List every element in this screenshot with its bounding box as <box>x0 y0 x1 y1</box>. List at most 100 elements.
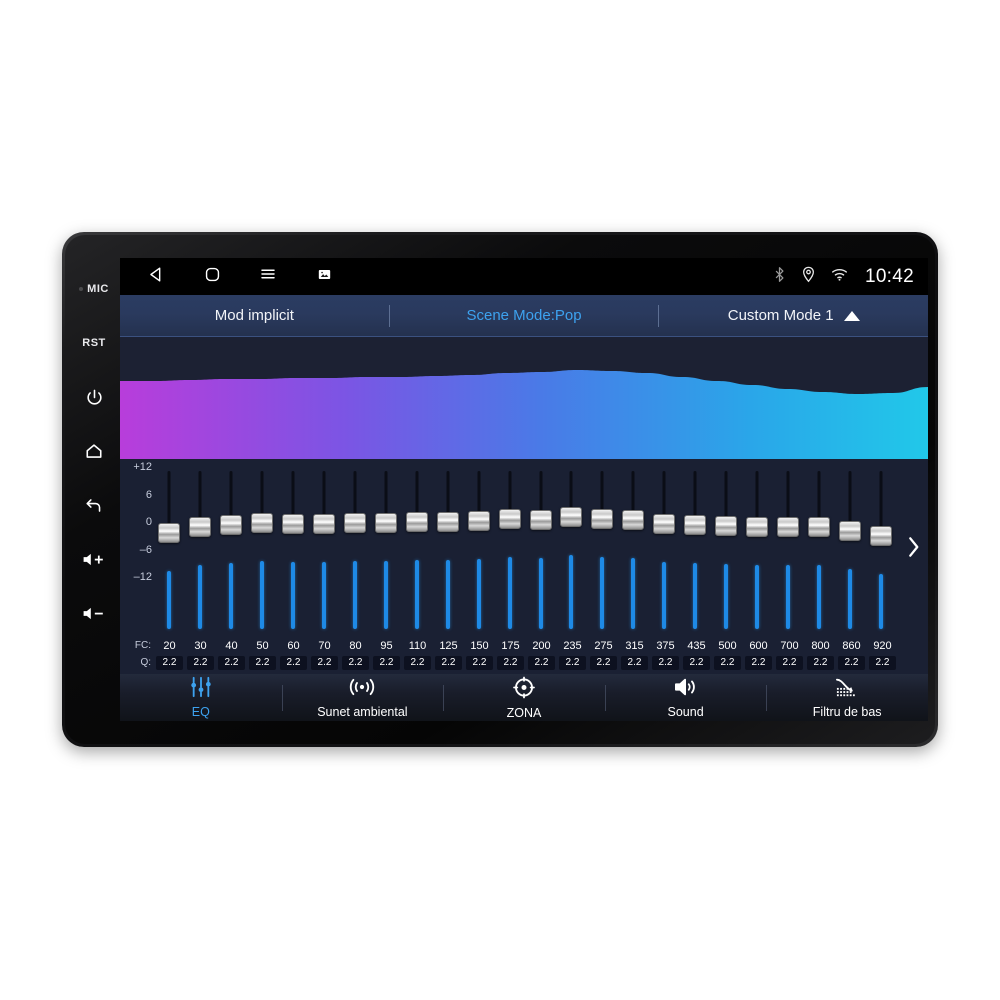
eq-band-slider[interactable] <box>742 465 773 635</box>
eq-band-slider[interactable] <box>680 465 711 635</box>
band-q-value[interactable]: 2.2 <box>341 656 370 670</box>
band-q-value[interactable]: 2.2 <box>527 656 556 670</box>
func-tab-zona[interactable]: ZONA <box>443 674 605 721</box>
band-q-value[interactable]: 2.2 <box>310 656 339 670</box>
nav-back-button[interactable] <box>128 258 184 295</box>
slider-thumb[interactable] <box>189 517 212 538</box>
slider-thumb[interactable] <box>807 516 830 537</box>
eq-band-column[interactable]: 125 2.2 <box>433 639 464 670</box>
func-tab-eq[interactable]: EQ <box>120 674 282 721</box>
band-q-value[interactable]: 2.2 <box>217 656 246 670</box>
eq-band-slider[interactable] <box>340 465 371 635</box>
eq-band-slider[interactable] <box>525 465 556 635</box>
hardware-key-power[interactable] <box>72 370 116 424</box>
eq-band-slider[interactable] <box>494 465 525 635</box>
eq-band-column[interactable]: 700 2.2 <box>774 639 805 670</box>
band-q-value[interactable]: 2.2 <box>837 656 866 670</box>
nav-home-button[interactable] <box>184 258 240 295</box>
band-q-value[interactable]: 2.2 <box>620 656 649 670</box>
eq-band-column[interactable]: 20 2.2 <box>154 639 185 670</box>
slider-thumb[interactable] <box>622 509 645 530</box>
eq-band-column[interactable]: 315 2.2 <box>619 639 650 670</box>
hardware-key-back[interactable] <box>72 478 116 532</box>
eq-band-column[interactable]: 235 2.2 <box>557 639 588 670</box>
eq-band-column[interactable]: 50 2.2 <box>247 639 278 670</box>
eq-band-column[interactable]: 80 2.2 <box>340 639 371 670</box>
eq-band-slider[interactable] <box>154 465 185 635</box>
eq-band-slider[interactable] <box>463 465 494 635</box>
slider-thumb[interactable] <box>745 516 768 537</box>
eq-band-column[interactable]: 435 2.2 <box>681 639 712 670</box>
slider-thumb[interactable] <box>436 511 459 532</box>
nav-menu-button[interactable] <box>240 258 296 295</box>
caret-up-icon[interactable] <box>843 310 860 321</box>
eq-band-column[interactable]: 175 2.2 <box>495 639 526 670</box>
func-tab-sunet-ambiental[interactable]: Sunet ambiental <box>281 674 444 721</box>
eq-band-column[interactable]: 95 2.2 <box>371 639 402 670</box>
slider-thumb[interactable] <box>529 509 552 530</box>
eq-band-slider[interactable] <box>618 465 649 635</box>
eq-band-slider[interactable] <box>834 465 865 635</box>
eq-band-slider[interactable] <box>247 465 278 635</box>
band-q-value[interactable]: 2.2 <box>279 656 308 670</box>
band-q-value[interactable]: 2.2 <box>155 656 184 670</box>
eq-band-column[interactable]: 200 2.2 <box>526 639 557 670</box>
tab-scene-mode[interactable]: Scene Mode:Pop <box>390 295 659 336</box>
eq-band-column[interactable]: 600 2.2 <box>743 639 774 670</box>
band-q-value[interactable]: 2.2 <box>558 656 587 670</box>
band-q-value[interactable]: 2.2 <box>744 656 773 670</box>
slider-thumb[interactable] <box>158 523 181 544</box>
slider-thumb[interactable] <box>498 509 521 530</box>
eq-band-slider[interactable] <box>865 465 896 635</box>
nav-screenshot-button[interactable] <box>296 258 352 295</box>
slider-thumb[interactable] <box>560 507 583 528</box>
slider-thumb[interactable] <box>869 525 892 546</box>
band-q-value[interactable]: 2.2 <box>868 656 897 670</box>
eq-band-slider[interactable] <box>401 465 432 635</box>
func-tab-filtru-de-bas[interactable]: Filtru de bas <box>766 674 928 721</box>
tab-default-mode[interactable]: Mod implicit <box>120 295 389 336</box>
slider-thumb[interactable] <box>282 514 305 535</box>
band-q-value[interactable]: 2.2 <box>496 656 525 670</box>
slider-thumb[interactable] <box>467 511 490 532</box>
band-q-value[interactable]: 2.2 <box>186 656 215 670</box>
slider-thumb[interactable] <box>405 512 428 533</box>
slider-thumb[interactable] <box>684 514 707 535</box>
band-q-value[interactable]: 2.2 <box>403 656 432 670</box>
band-q-value[interactable]: 2.2 <box>775 656 804 670</box>
band-q-value[interactable]: 2.2 <box>589 656 618 670</box>
eq-band-column[interactable]: 150 2.2 <box>464 639 495 670</box>
eq-band-slider[interactable] <box>772 465 803 635</box>
hardware-key-volume-down[interactable] <box>72 586 116 640</box>
eq-band-slider[interactable] <box>370 465 401 635</box>
eq-band-column[interactable]: 375 2.2 <box>650 639 681 670</box>
eq-band-column[interactable]: 275 2.2 <box>588 639 619 670</box>
eq-band-column[interactable]: 500 2.2 <box>712 639 743 670</box>
eq-band-slider[interactable] <box>803 465 834 635</box>
band-q-value[interactable]: 2.2 <box>434 656 463 670</box>
next-page-button[interactable] <box>898 459 928 639</box>
hardware-key-volume-up[interactable] <box>72 532 116 586</box>
band-q-value[interactable]: 2.2 <box>372 656 401 670</box>
hardware-key-mic[interactable]: MIC <box>72 262 116 316</box>
func-tab-sound[interactable]: Sound <box>604 674 767 721</box>
band-q-value[interactable]: 2.2 <box>465 656 494 670</box>
band-q-value[interactable]: 2.2 <box>806 656 835 670</box>
eq-band-slider[interactable] <box>278 465 309 635</box>
band-q-value[interactable]: 2.2 <box>651 656 680 670</box>
eq-band-slider[interactable] <box>216 465 247 635</box>
slider-thumb[interactable] <box>838 521 861 542</box>
band-q-value[interactable]: 2.2 <box>248 656 277 670</box>
eq-band-column[interactable]: 60 2.2 <box>278 639 309 670</box>
band-q-value[interactable]: 2.2 <box>713 656 742 670</box>
eq-band-slider[interactable] <box>185 465 216 635</box>
slider-thumb[interactable] <box>343 513 366 534</box>
eq-band-slider[interactable] <box>309 465 340 635</box>
eq-band-column[interactable]: 110 2.2 <box>402 639 433 670</box>
eq-band-column[interactable]: 30 2.2 <box>185 639 216 670</box>
eq-band-column[interactable]: 800 2.2 <box>805 639 836 670</box>
slider-thumb[interactable] <box>313 513 336 534</box>
eq-band-slider[interactable] <box>649 465 680 635</box>
slider-thumb[interactable] <box>715 515 738 536</box>
eq-band-column[interactable]: 40 2.2 <box>216 639 247 670</box>
